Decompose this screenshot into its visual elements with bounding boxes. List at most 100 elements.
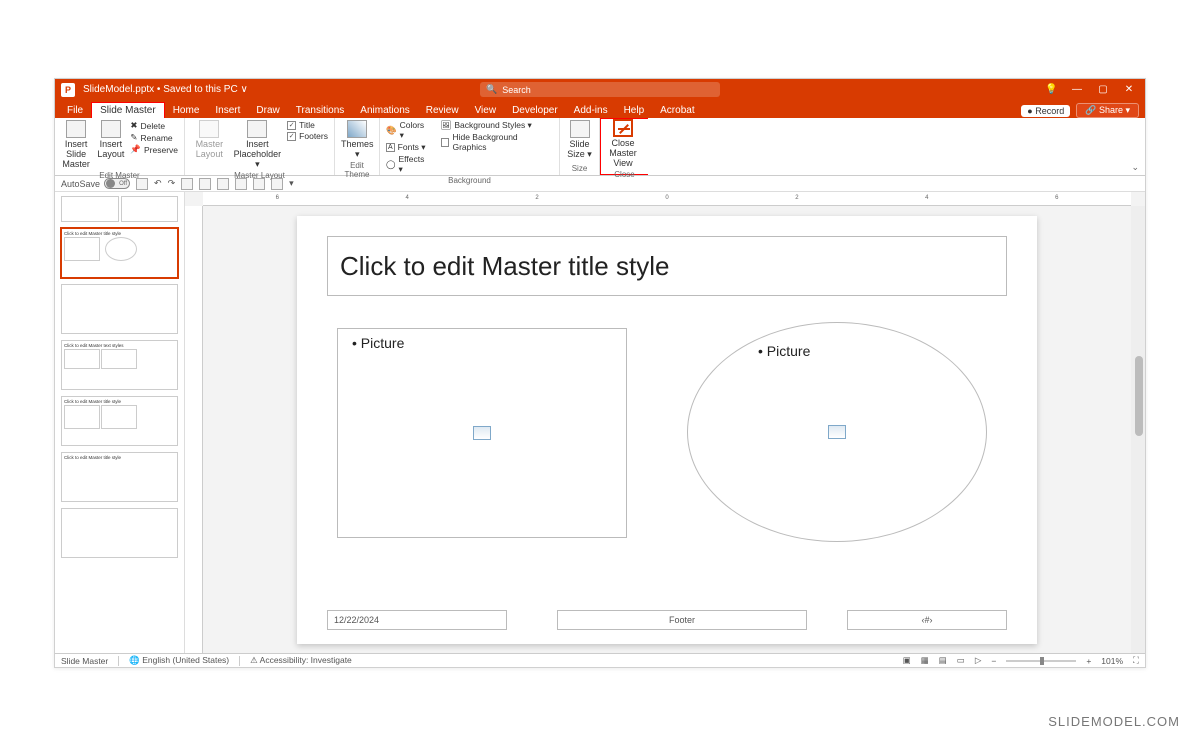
slide-size-button[interactable]: Slide Size ▾ — [566, 120, 593, 160]
watermark: SLIDEMODEL.COM — [1048, 714, 1180, 729]
tab-acrobat[interactable]: Acrobat — [652, 103, 702, 118]
fonts-button[interactable]: A Fonts ▾ — [386, 142, 431, 153]
placeholder-icon — [247, 120, 267, 138]
slide-number-placeholder[interactable]: ‹#› — [847, 610, 1007, 630]
zoom-in-button[interactable]: + — [1086, 656, 1091, 666]
picture-placeholder-rect[interactable]: • Picture — [337, 328, 627, 538]
group-label: Size — [566, 163, 593, 173]
view-reading-button[interactable]: ▭ — [957, 655, 965, 666]
image-icon[interactable] — [828, 425, 846, 439]
thumbnail-layout-3[interactable]: Click to edit Master text styles — [61, 340, 178, 390]
insert-layout-button[interactable]: Insert Layout — [97, 120, 124, 160]
status-bar: Slide Master 🌐 English (United States) ⚠… — [55, 653, 1145, 667]
slide-master-icon — [66, 120, 86, 138]
close-window-button[interactable]: ✕ — [1123, 84, 1135, 95]
picture-placeholder-oval[interactable]: • Picture — [687, 322, 987, 542]
group-label: Edit Theme — [341, 160, 373, 179]
tab-file[interactable]: File — [59, 103, 91, 118]
ribbon-group-close: Close Master View Close — [600, 118, 648, 175]
search-icon: 🔍 — [486, 84, 497, 95]
thumbnail-layout-selected[interactable]: Click to edit Master title style — [61, 228, 178, 278]
collapse-ribbon-button[interactable]: ⌄ — [1131, 162, 1139, 173]
footers-checkbox[interactable]: ✓Footers — [287, 131, 328, 141]
ribbon-group-edit-master: Insert Slide Master Insert Layout ✖ Dele… — [55, 118, 185, 175]
themes-button[interactable]: Themes ▾ — [341, 120, 374, 160]
group-label: Master Layout — [191, 170, 328, 180]
zoom-slider[interactable] — [1006, 660, 1076, 662]
tab-home[interactable]: Home — [165, 103, 208, 118]
zoom-out-button[interactable]: − — [991, 656, 996, 666]
preserve-button[interactable]: 📌 Preserve — [130, 144, 178, 155]
ribbon: Insert Slide Master Insert Layout ✖ Dele… — [55, 118, 1145, 176]
fit-button[interactable]: ⛶ — [1133, 655, 1139, 666]
tab-addins[interactable]: Add-ins — [566, 103, 616, 118]
insert-slide-master-button[interactable]: Insert Slide Master — [61, 120, 91, 170]
minimize-button[interactable]: — — [1071, 84, 1083, 95]
status-accessibility[interactable]: ⚠ Accessibility: Investigate — [250, 655, 352, 666]
record-button[interactable]: ● Record — [1021, 105, 1070, 117]
hide-background-checkbox[interactable]: Hide Background Graphics — [441, 132, 553, 152]
ribbon-group-size: Slide Size ▾ Size — [560, 118, 600, 175]
search-box[interactable]: 🔍 Search — [480, 82, 720, 97]
maximize-button[interactable]: ▢ — [1097, 84, 1109, 95]
tab-insert[interactable]: Insert — [207, 103, 248, 118]
hints-icon[interactable]: 💡 — [1045, 84, 1057, 95]
title-bar: P SlideModel.pptx • Saved to this PC ∨ 🔍… — [55, 79, 1145, 100]
master-layout-button: Master Layout — [191, 120, 228, 160]
group-label: Close — [603, 169, 646, 179]
placeholder-label: • Picture — [352, 335, 404, 351]
thumbnail-layout-2[interactable] — [61, 284, 178, 334]
slide-layout[interactable]: Click to edit Master title style • Pictu… — [297, 216, 1037, 644]
close-icon — [613, 119, 633, 137]
effects-button[interactable]: ◯ Effects ▾ — [386, 154, 431, 175]
view-slideshow-button[interactable]: ▷ — [975, 655, 982, 666]
tab-view[interactable]: View — [467, 103, 505, 118]
footer-placeholder[interactable]: Footer — [557, 610, 807, 630]
rename-button[interactable]: ✎ Rename — [130, 132, 178, 143]
view-normal-button[interactable]: ▦ — [921, 655, 929, 666]
view-sorter-button[interactable]: ▤ — [939, 655, 947, 666]
scrollbar-thumb[interactable] — [1135, 356, 1143, 436]
tab-help[interactable]: Help — [616, 103, 653, 118]
thumbnail-layout-5[interactable]: Click to edit Master title style — [61, 452, 178, 502]
close-master-view-button[interactable]: Close Master View — [603, 119, 643, 169]
app-icon: P — [61, 83, 75, 97]
vertical-ruler — [185, 206, 203, 653]
tab-draw[interactable]: Draw — [248, 103, 287, 118]
thumbnail-layout-6[interactable] — [61, 508, 178, 558]
notes-button[interactable]: ▣ — [903, 655, 911, 666]
share-button[interactable]: 🔗 Share ▾ — [1076, 103, 1139, 118]
insert-placeholder-button[interactable]: Insert Placeholder ▾ — [234, 120, 282, 170]
background-styles-button[interactable]: 🖼 Background Styles ▾ — [441, 120, 553, 131]
zoom-level[interactable]: 101% — [1101, 656, 1123, 666]
image-icon[interactable] — [473, 426, 491, 440]
title-placeholder[interactable]: Click to edit Master title style — [327, 236, 1007, 296]
ribbon-group-edit-theme: Themes ▾ Edit Theme — [335, 118, 380, 175]
delete-button[interactable]: ✖ Delete — [130, 120, 178, 131]
search-placeholder: Search — [502, 85, 531, 95]
thumbnail-layout-4[interactable]: Click to edit Master title style — [61, 396, 178, 446]
colors-button[interactable]: 🎨 Colors ▾ — [386, 120, 431, 141]
status-language[interactable]: 🌐 English (United States) — [129, 655, 229, 666]
placeholder-label: • Picture — [758, 343, 810, 359]
tab-review[interactable]: Review — [418, 103, 467, 118]
group-label: Background — [386, 175, 553, 185]
slide-thumbnails-panel: Click to edit Master title style Click t… — [55, 192, 185, 653]
thumbnail-master[interactable] — [61, 196, 178, 222]
work-area: Click to edit Master title style Click t… — [55, 192, 1145, 653]
horizontal-ruler: 6 4 2 0 2 4 6 — [203, 192, 1131, 206]
tab-slide-master[interactable]: Slide Master — [91, 102, 165, 118]
master-layout-icon — [199, 120, 219, 138]
tab-animations[interactable]: Animations — [352, 103, 417, 118]
themes-icon — [347, 120, 367, 138]
title-checkbox[interactable]: ✓Title — [287, 120, 328, 130]
date-placeholder[interactable]: 12/22/2024 — [327, 610, 507, 630]
ribbon-group-master-layout: Master Layout Insert Placeholder ▾ ✓Titl… — [185, 118, 335, 175]
ribbon-tabs: File Slide Master Home Insert Draw Trans… — [55, 100, 1145, 118]
slide-canvas-area: 6 4 2 0 2 4 6 Click to edit Master title… — [185, 192, 1145, 653]
tab-transitions[interactable]: Transitions — [288, 103, 353, 118]
tab-developer[interactable]: Developer — [504, 103, 566, 118]
slide-size-icon — [570, 120, 590, 138]
vertical-scrollbar[interactable] — [1131, 206, 1145, 653]
layout-icon — [101, 120, 121, 138]
